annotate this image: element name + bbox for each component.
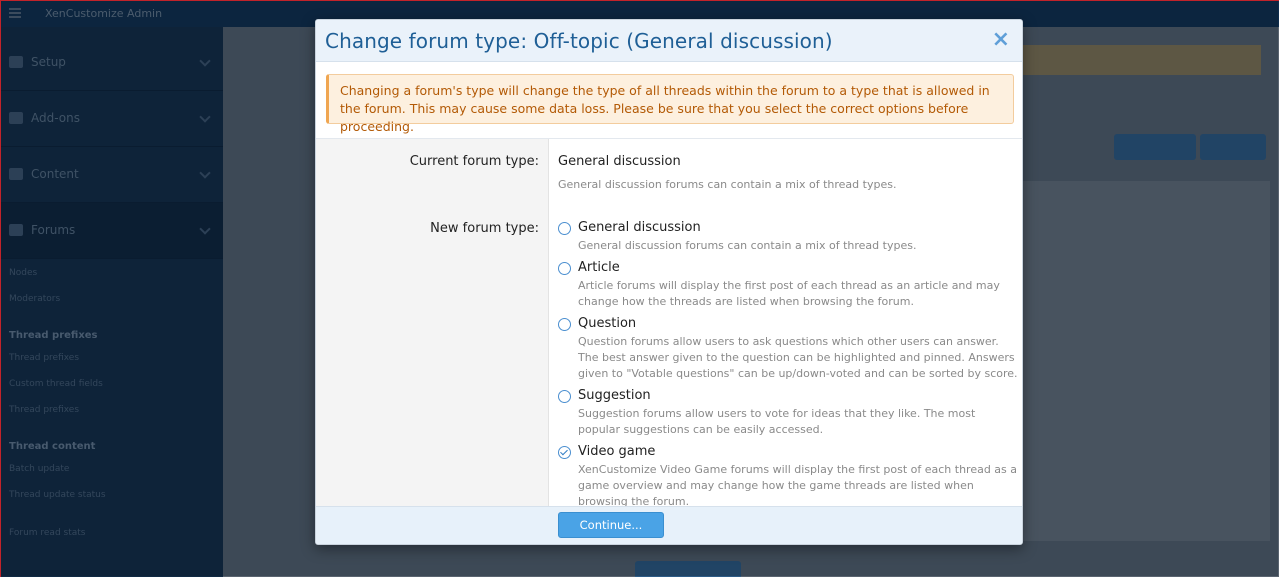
option-label[interactable]: General discussion — [578, 220, 701, 235]
option-label[interactable]: Question — [578, 316, 636, 331]
change-forum-type-dialog: Change forum type: Off-topic (General di… — [315, 19, 1023, 545]
option-description: Article forums will display the first po… — [578, 279, 1000, 308]
close-icon[interactable]: × — [992, 27, 1010, 53]
new-forum-type-label: New forum type: — [430, 221, 539, 236]
option-label[interactable]: Article — [578, 260, 620, 275]
radio-article[interactable] — [558, 262, 571, 275]
forum-type-form: Current forum type: New forum type: Gene… — [316, 138, 1022, 508]
radio-video-game[interactable] — [558, 446, 571, 459]
option-label[interactable]: Video game — [578, 444, 655, 459]
current-forum-type-label: Current forum type: — [409, 154, 539, 169]
current-forum-type-value: General discussion — [558, 154, 681, 169]
dialog-title: Change forum type: Off-topic (General di… — [325, 29, 833, 53]
warning-message: Changing a forum's type will change the … — [326, 74, 1014, 134]
option-description: XenCustomize Video Game forums will disp… — [578, 463, 1018, 508]
radio-general-discussion[interactable] — [558, 222, 571, 235]
option-description: Suggestion forums allow users to vote fo… — [578, 407, 976, 436]
radio-question[interactable] — [558, 318, 571, 331]
current-forum-type-description: General discussion forums can contain a … — [558, 178, 897, 191]
dialog-header: Change forum type: Off-topic (General di… — [316, 20, 1022, 62]
option-description: Question forums allow users to ask quest… — [578, 335, 1018, 380]
radio-suggestion[interactable] — [558, 390, 571, 403]
option-description: General discussion forums can contain a … — [578, 239, 917, 252]
option-label[interactable]: Suggestion — [578, 388, 651, 403]
form-label-column: Current forum type: New forum type: — [316, 139, 549, 508]
dialog-footer: Continue... — [316, 506, 1022, 544]
continue-button[interactable]: Continue... — [558, 512, 664, 538]
